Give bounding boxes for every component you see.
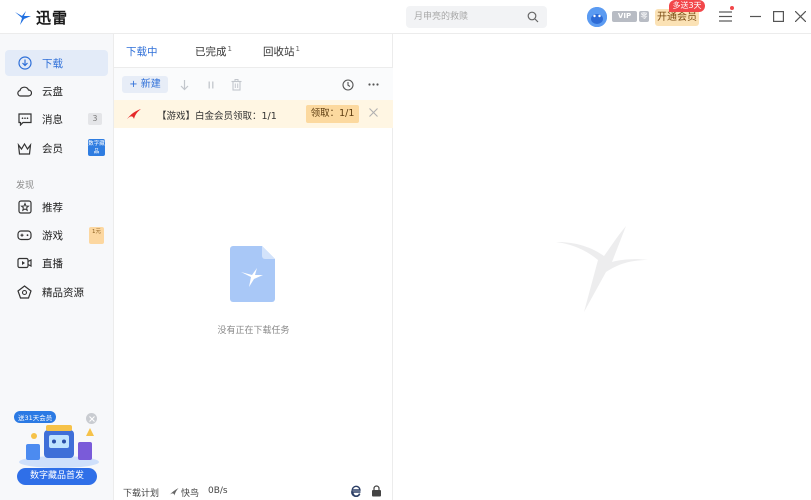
minimize-icon [749, 15, 761, 17]
pause-button[interactable] [204, 78, 217, 91]
lock-icon[interactable] [371, 485, 382, 497]
avatar[interactable] [587, 7, 607, 27]
start-button[interactable] [178, 78, 191, 91]
cloud-icon [17, 84, 32, 99]
search-input[interactable] [414, 6, 522, 28]
crown-icon [17, 141, 32, 156]
vip-badge: VIP [612, 11, 637, 22]
maximize-button[interactable] [770, 8, 786, 24]
trash-icon [231, 78, 242, 91]
clock-icon [341, 78, 354, 91]
tab-downloading[interactable]: 下载中 [126, 44, 158, 59]
new-task-button[interactable]: + 新建 [122, 76, 168, 93]
tab-label: 回收站 [263, 46, 295, 58]
sidebar: 下载 云盘 消息 3 会员 数字藏品 发现 推荐 游戏 1元 直播 精品资源 送… [0, 34, 114, 500]
promo-card[interactable]: 送31天会员 数字藏品首发 [10, 410, 106, 490]
empty-state-text: 没有正在下载任务 [217, 326, 290, 336]
tab-count: 1 [295, 44, 300, 53]
sidebar-item-messages[interactable]: 消息 3 [5, 106, 108, 132]
tab-count: 1 [227, 44, 232, 53]
tab-label: 已完成 [195, 46, 227, 58]
promo-digital-collection-button[interactable]: 数字藏品首发 [17, 468, 97, 485]
notification-dot [730, 6, 734, 10]
close-icon [88, 415, 95, 422]
gem-icon [17, 285, 32, 300]
sidebar-item-label: 会员 [42, 142, 63, 155]
promo-banner[interactable]: 【游戏】白金会员领取：1/1 领取：1/1 [114, 100, 393, 128]
avatar-bird-icon [587, 7, 607, 27]
promo-bubble: 多送3天 [669, 0, 705, 12]
level-badge: 零 [639, 11, 649, 22]
banner-text: 【游戏】白金会员领取：1/1 [157, 111, 277, 122]
title-bar: 迅雷 VIP 零 开通会员 多送3天 [0, 0, 811, 34]
pause-icon [208, 81, 213, 88]
sidebar-item-live[interactable]: 直播 [5, 250, 108, 276]
more-dots-icon [368, 83, 379, 86]
sidebar-item-label: 消息 [42, 113, 63, 126]
discover-section-label: 发现 [16, 181, 35, 191]
sidebar-item-download[interactable]: 下载 [5, 50, 108, 76]
download-plan-button[interactable] [341, 78, 354, 91]
sidebar-item-label: 游戏 [42, 229, 63, 242]
menu-button[interactable] [717, 8, 733, 24]
app-logo: 迅雷 [14, 7, 68, 28]
sidebar-item-membership[interactable]: 会员 数字藏品 [5, 135, 108, 161]
close-icon[interactable] [369, 108, 378, 117]
star-icon [17, 200, 32, 215]
digital-collection-tag: 数字藏品 [88, 139, 105, 156]
download-panel: 下载中 已完成1 回收站1 + 新建 【游戏】白金会员领取：1/1 领取：1/1… [114, 34, 393, 500]
live-icon [17, 256, 32, 271]
minimize-button[interactable] [747, 8, 763, 24]
sidebar-item-label: 推荐 [42, 201, 63, 214]
hamburger-icon [718, 10, 732, 22]
speed-mode-label[interactable]: 快鸟 [181, 486, 199, 499]
tab-recycle-bin[interactable]: 回收站1 [263, 44, 300, 59]
arrow-down-icon [180, 79, 189, 90]
app-name: 迅雷 [36, 9, 69, 27]
close-button[interactable] [792, 8, 808, 24]
sidebar-item-label: 精品资源 [42, 286, 84, 299]
sidebar-item-label: 云盘 [42, 85, 63, 98]
sidebar-item-recommend[interactable]: 推荐 [5, 194, 108, 220]
delete-button[interactable] [230, 78, 243, 91]
tab-label: 下载中 [126, 46, 158, 58]
message-icon [17, 112, 32, 127]
xunlei-bird-watermark [556, 226, 648, 312]
one-yuan-tag: 1元 [89, 227, 104, 244]
sidebar-item-label: 下载 [42, 57, 63, 70]
sidebar-item-premium-resources[interactable]: 精品资源 [5, 279, 108, 305]
maximize-icon [772, 10, 784, 22]
detail-panel [393, 34, 811, 500]
sidebar-item-label: 直播 [42, 257, 63, 270]
tab-completed[interactable]: 已完成1 [195, 44, 232, 59]
gamepad-icon [17, 228, 32, 243]
more-button[interactable] [367, 78, 380, 91]
search-icon[interactable] [527, 11, 539, 23]
download-plan-link[interactable]: 下载计划 [123, 486, 159, 499]
download-icon [17, 56, 32, 71]
close-icon [794, 10, 806, 22]
empty-file-illustration [230, 246, 275, 302]
promo-tag: 送31天会员 [14, 411, 57, 423]
game-logo-icon [127, 109, 141, 119]
claim-button[interactable]: 领取：1/1 [306, 105, 359, 123]
speed-bird-icon [169, 488, 179, 496]
search-box[interactable] [406, 6, 547, 28]
message-count-badge: 3 [88, 113, 102, 125]
status-bar: 下载计划 快鸟 0B/s [114, 483, 393, 500]
sidebar-item-cloud[interactable]: 云盘 [5, 78, 108, 104]
download-toolbar: + 新建 [114, 68, 393, 100]
download-speed: 0B/s [208, 486, 228, 496]
xunlei-bird-icon [15, 10, 31, 25]
promo-robot-illustration [19, 425, 99, 468]
promo-close-button[interactable] [86, 413, 97, 424]
tab-bar: 下载中 已完成1 回收站1 [114, 34, 393, 68]
browser-e-icon[interactable] [350, 485, 362, 497]
sidebar-item-games[interactable]: 游戏 1元 [5, 222, 108, 248]
